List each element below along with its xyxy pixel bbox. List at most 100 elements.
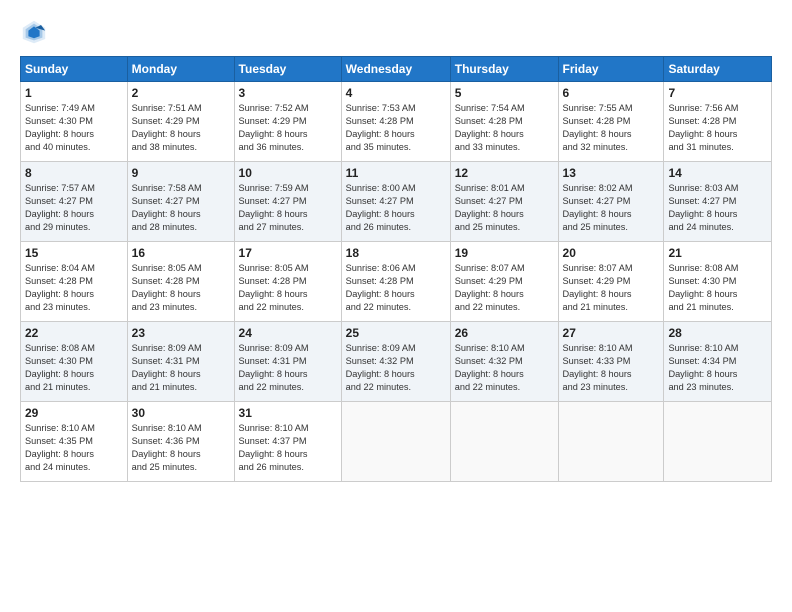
day-number: 31 <box>239 406 337 420</box>
day-number: 3 <box>239 86 337 100</box>
day-info: Sunrise: 8:08 AMSunset: 4:30 PMDaylight:… <box>25 342 123 394</box>
day-info: Sunrise: 7:54 AMSunset: 4:28 PMDaylight:… <box>455 102 554 154</box>
calendar-cell: 31 Sunrise: 8:10 AMSunset: 4:37 PMDayligh… <box>234 402 341 482</box>
calendar-cell: 13 Sunrise: 8:02 AMSunset: 4:27 PMDayligh… <box>558 162 664 242</box>
day-info: Sunrise: 7:59 AMSunset: 4:27 PMDaylight:… <box>239 182 337 234</box>
calendar-cell: 10 Sunrise: 7:59 AMSunset: 4:27 PMDayligh… <box>234 162 341 242</box>
day-number: 20 <box>563 246 660 260</box>
day-info: Sunrise: 8:04 AMSunset: 4:28 PMDaylight:… <box>25 262 123 314</box>
day-number: 19 <box>455 246 554 260</box>
day-number: 2 <box>132 86 230 100</box>
day-info: Sunrise: 7:51 AMSunset: 4:29 PMDaylight:… <box>132 102 230 154</box>
day-info: Sunrise: 8:09 AMSunset: 4:31 PMDaylight:… <box>132 342 230 394</box>
page: SundayMondayTuesdayWednesdayThursdayFrid… <box>0 0 792 612</box>
day-info: Sunrise: 8:10 AMSunset: 4:33 PMDaylight:… <box>563 342 660 394</box>
day-number: 10 <box>239 166 337 180</box>
day-number: 13 <box>563 166 660 180</box>
calendar-cell: 18Sunrise: 8:06 AMSunset: 4:28 PMDayligh… <box>341 242 450 322</box>
calendar-week-row: 15 Sunrise: 8:04 AMSunset: 4:28 PMDayligh… <box>21 242 772 322</box>
day-number: 9 <box>132 166 230 180</box>
day-number: 17 <box>239 246 337 260</box>
day-number: 15 <box>25 246 123 260</box>
day-info: Sunrise: 8:07 AMSunset: 4:29 PMDaylight:… <box>455 262 554 314</box>
calendar-cell: 19 Sunrise: 8:07 AMSunset: 4:29 PMDayligh… <box>450 242 558 322</box>
calendar-header-row: SundayMondayTuesdayWednesdayThursdayFrid… <box>21 57 772 82</box>
day-info: Sunrise: 8:03 AMSunset: 4:27 PMDaylight:… <box>668 182 767 234</box>
day-number: 29 <box>25 406 123 420</box>
calendar-cell: 30Sunrise: 8:10 AMSunset: 4:36 PMDayligh… <box>127 402 234 482</box>
calendar-cell <box>450 402 558 482</box>
calendar-cell: 4 Sunrise: 7:53 AMSunset: 4:28 PMDaylight… <box>341 82 450 162</box>
calendar-cell: 28 Sunrise: 8:10 AMSunset: 4:34 PMDayligh… <box>664 322 772 402</box>
calendar-cell: 14 Sunrise: 8:03 AMSunset: 4:27 PMDayligh… <box>664 162 772 242</box>
col-header-monday: Monday <box>127 57 234 82</box>
calendar-cell: 2 Sunrise: 7:51 AMSunset: 4:29 PMDaylight… <box>127 82 234 162</box>
calendar-cell: 1Sunrise: 7:49 AMSunset: 4:30 PMDaylight… <box>21 82 128 162</box>
calendar-cell: 11Sunrise: 8:00 AMSunset: 4:27 PMDayligh… <box>341 162 450 242</box>
col-header-saturday: Saturday <box>664 57 772 82</box>
calendar-cell: 17Sunrise: 8:05 AMSunset: 4:28 PMDayligh… <box>234 242 341 322</box>
calendar-cell: 23 Sunrise: 8:09 AMSunset: 4:31 PMDayligh… <box>127 322 234 402</box>
calendar-cell: 29 Sunrise: 8:10 AMSunset: 4:35 PMDayligh… <box>21 402 128 482</box>
calendar-cell: 9 Sunrise: 7:58 AMSunset: 4:27 PMDaylight… <box>127 162 234 242</box>
day-number: 22 <box>25 326 123 340</box>
calendar-cell: 26Sunrise: 8:10 AMSunset: 4:32 PMDayligh… <box>450 322 558 402</box>
col-header-friday: Friday <box>558 57 664 82</box>
day-number: 24 <box>239 326 337 340</box>
day-number: 16 <box>132 246 230 260</box>
day-info: Sunrise: 8:10 AMSunset: 4:35 PMDaylight:… <box>25 422 123 474</box>
day-info: Sunrise: 8:09 AMSunset: 4:31 PMDaylight:… <box>239 342 337 394</box>
logo <box>20 18 54 46</box>
calendar-cell: 12 Sunrise: 8:01 AMSunset: 4:27 PMDayligh… <box>450 162 558 242</box>
day-info: Sunrise: 8:07 AMSunset: 4:29 PMDaylight:… <box>563 262 660 314</box>
day-info: Sunrise: 8:06 AMSunset: 4:28 PMDaylight:… <box>346 262 446 314</box>
day-info: Sunrise: 8:10 AMSunset: 4:32 PMDaylight:… <box>455 342 554 394</box>
day-info: Sunrise: 8:09 AMSunset: 4:32 PMDaylight:… <box>346 342 446 394</box>
calendar-cell: 21 Sunrise: 8:08 AMSunset: 4:30 PMDayligh… <box>664 242 772 322</box>
calendar-cell: 7 Sunrise: 7:56 AMSunset: 4:28 PMDaylight… <box>664 82 772 162</box>
calendar-week-row: 22 Sunrise: 8:08 AMSunset: 4:30 PMDayligh… <box>21 322 772 402</box>
day-number: 23 <box>132 326 230 340</box>
day-info: Sunrise: 7:57 AMSunset: 4:27 PMDaylight:… <box>25 182 123 234</box>
day-number: 5 <box>455 86 554 100</box>
day-info: Sunrise: 7:56 AMSunset: 4:28 PMDaylight:… <box>668 102 767 154</box>
calendar-cell: 6 Sunrise: 7:55 AMSunset: 4:28 PMDaylight… <box>558 82 664 162</box>
day-info: Sunrise: 8:01 AMSunset: 4:27 PMDaylight:… <box>455 182 554 234</box>
day-number: 14 <box>668 166 767 180</box>
calendar-cell: 15 Sunrise: 8:04 AMSunset: 4:28 PMDayligh… <box>21 242 128 322</box>
calendar-cell: 24 Sunrise: 8:09 AMSunset: 4:31 PMDayligh… <box>234 322 341 402</box>
calendar-week-row: 8Sunrise: 7:57 AMSunset: 4:27 PMDaylight… <box>21 162 772 242</box>
day-info: Sunrise: 8:00 AMSunset: 4:27 PMDaylight:… <box>346 182 446 234</box>
day-info: Sunrise: 8:02 AMSunset: 4:27 PMDaylight:… <box>563 182 660 234</box>
day-info: Sunrise: 7:53 AMSunset: 4:28 PMDaylight:… <box>346 102 446 154</box>
calendar-week-row: 29 Sunrise: 8:10 AMSunset: 4:35 PMDayligh… <box>21 402 772 482</box>
calendar-cell: 25Sunrise: 8:09 AMSunset: 4:32 PMDayligh… <box>341 322 450 402</box>
day-number: 7 <box>668 86 767 100</box>
day-info: Sunrise: 8:10 AMSunset: 4:37 PMDaylight:… <box>239 422 337 474</box>
col-header-tuesday: Tuesday <box>234 57 341 82</box>
day-number: 6 <box>563 86 660 100</box>
day-info: Sunrise: 8:10 AMSunset: 4:34 PMDaylight:… <box>668 342 767 394</box>
day-info: Sunrise: 7:58 AMSunset: 4:27 PMDaylight:… <box>132 182 230 234</box>
day-number: 21 <box>668 246 767 260</box>
logo-icon <box>20 18 48 46</box>
day-info: Sunrise: 8:08 AMSunset: 4:30 PMDaylight:… <box>668 262 767 314</box>
calendar-cell: 3Sunrise: 7:52 AMSunset: 4:29 PMDaylight… <box>234 82 341 162</box>
calendar-table: SundayMondayTuesdayWednesdayThursdayFrid… <box>20 56 772 482</box>
header <box>20 18 772 46</box>
day-number: 12 <box>455 166 554 180</box>
calendar-cell: 20 Sunrise: 8:07 AMSunset: 4:29 PMDayligh… <box>558 242 664 322</box>
calendar-week-row: 1Sunrise: 7:49 AMSunset: 4:30 PMDaylight… <box>21 82 772 162</box>
col-header-thursday: Thursday <box>450 57 558 82</box>
day-info: Sunrise: 8:10 AMSunset: 4:36 PMDaylight:… <box>132 422 230 474</box>
calendar-cell <box>341 402 450 482</box>
calendar-cell <box>558 402 664 482</box>
day-info: Sunrise: 8:05 AMSunset: 4:28 PMDaylight:… <box>132 262 230 314</box>
calendar-cell: 5 Sunrise: 7:54 AMSunset: 4:28 PMDaylight… <box>450 82 558 162</box>
day-number: 28 <box>668 326 767 340</box>
col-header-wednesday: Wednesday <box>341 57 450 82</box>
day-info: Sunrise: 7:55 AMSunset: 4:28 PMDaylight:… <box>563 102 660 154</box>
col-header-sunday: Sunday <box>21 57 128 82</box>
calendar-cell: 8Sunrise: 7:57 AMSunset: 4:27 PMDaylight… <box>21 162 128 242</box>
day-number: 4 <box>346 86 446 100</box>
